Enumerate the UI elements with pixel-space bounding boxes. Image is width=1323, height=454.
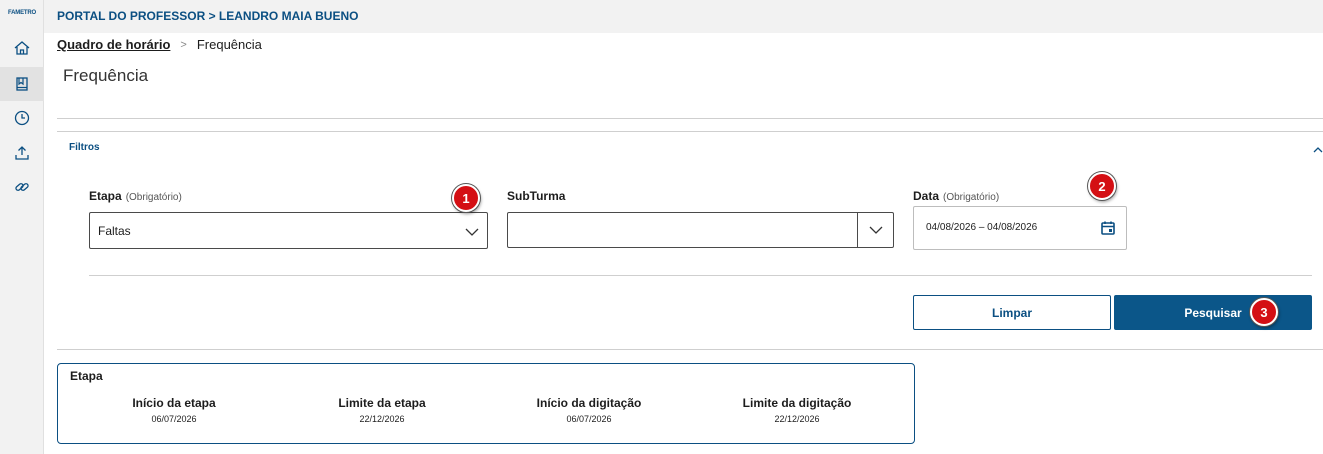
breadcrumb-current: Frequência (196, 37, 262, 52)
clear-button[interactable]: Limpar (913, 295, 1111, 330)
sidebar-item-clock[interactable] (0, 101, 44, 135)
chevron-up-icon (1313, 147, 1323, 153)
divider (57, 349, 1323, 350)
etapa-required-hint: (Obrigatório) (125, 192, 182, 203)
column-label: Limite da etapa (338, 396, 426, 410)
book-icon (16, 77, 28, 91)
page-title: Frequência (63, 66, 149, 85)
etapa-label-text: Etapa (89, 189, 122, 203)
sidebar: FAMETRO (0, 0, 44, 454)
divider (57, 131, 1323, 132)
calendar-icon[interactable] (1100, 220, 1116, 241)
home-icon (14, 41, 30, 55)
subturma-label: SubTurma (507, 189, 566, 203)
column-label: Início da digitação (536, 396, 642, 410)
column-label: Início da etapa (132, 396, 216, 410)
breadcrumb-separator: > (180, 38, 187, 51)
column-value: 06/07/2026 (566, 414, 612, 424)
breadcrumb: Quadro de horário > Frequência (57, 37, 262, 52)
subturma-select[interactable] (507, 212, 894, 248)
column-label: Limite da digitação (742, 396, 852, 410)
etapa-card-title: Etapa (70, 369, 103, 383)
sidebar-item-book[interactable] (0, 67, 44, 101)
search-button[interactable]: Pesquisar (1114, 295, 1312, 330)
data-label: Data (Obrigatório) (913, 189, 999, 203)
etapa-limit-column: Limite da etapa 22/12/2026 (292, 396, 472, 424)
typing-start-column: Início da digitação 06/07/2026 (499, 396, 679, 424)
sidebar-item-link[interactable] (0, 170, 44, 204)
etapa-label: Etapa (Obrigatório) (89, 189, 182, 203)
divider (57, 118, 1323, 119)
step-badge-2: 2 (1088, 172, 1116, 200)
sidebar-item-home[interactable] (0, 31, 44, 65)
fametro-logo[interactable]: FAMETRO (5, 10, 39, 22)
data-label-text: Data (913, 189, 940, 203)
etapa-select[interactable]: Faltas (89, 212, 488, 249)
etapa-select-value: Faltas (98, 224, 131, 238)
divider (89, 275, 1312, 276)
top-bar: PORTAL DO PROFESSOR > LEANDRO MAIA BUENO (44, 0, 1323, 33)
subturma-dropdown-button[interactable] (857, 213, 893, 247)
column-value: 22/12/2026 (359, 414, 405, 424)
etapa-start-column: Início da etapa 06/07/2026 (84, 396, 264, 424)
step-badge-1: 1 (452, 184, 480, 212)
column-value: 22/12/2026 (774, 414, 820, 424)
column-value: 06/07/2026 (151, 414, 197, 424)
portal-title: PORTAL DO PROFESSOR > LEANDRO MAIA BUENO (57, 9, 359, 23)
logo-text: FAMETRO (8, 10, 36, 16)
chevron-down-icon (869, 226, 882, 234)
upload-icon (15, 146, 29, 160)
breadcrumb-link-quadro[interactable]: Quadro de horário (57, 37, 170, 52)
link-icon (15, 183, 29, 191)
step-badge-3: 3 (1250, 298, 1278, 326)
data-required-hint: (Obrigatório) (943, 192, 1000, 203)
chevron-down-icon (465, 224, 479, 242)
typing-limit-column: Limite da digitação 22/12/2026 (707, 396, 887, 424)
date-range-input[interactable]: 04/08/2026 – 04/08/2026 (913, 206, 1127, 250)
filters-section-label[interactable]: Filtros (69, 142, 100, 153)
clock-icon (14, 110, 30, 126)
date-range-value: 04/08/2026 – 04/08/2026 (926, 222, 1038, 233)
sidebar-item-upload[interactable] (0, 136, 44, 170)
collapse-filters-button[interactable] (1313, 141, 1323, 159)
etapa-info-card: Etapa Início da etapa 06/07/2026 Limite … (57, 363, 915, 444)
